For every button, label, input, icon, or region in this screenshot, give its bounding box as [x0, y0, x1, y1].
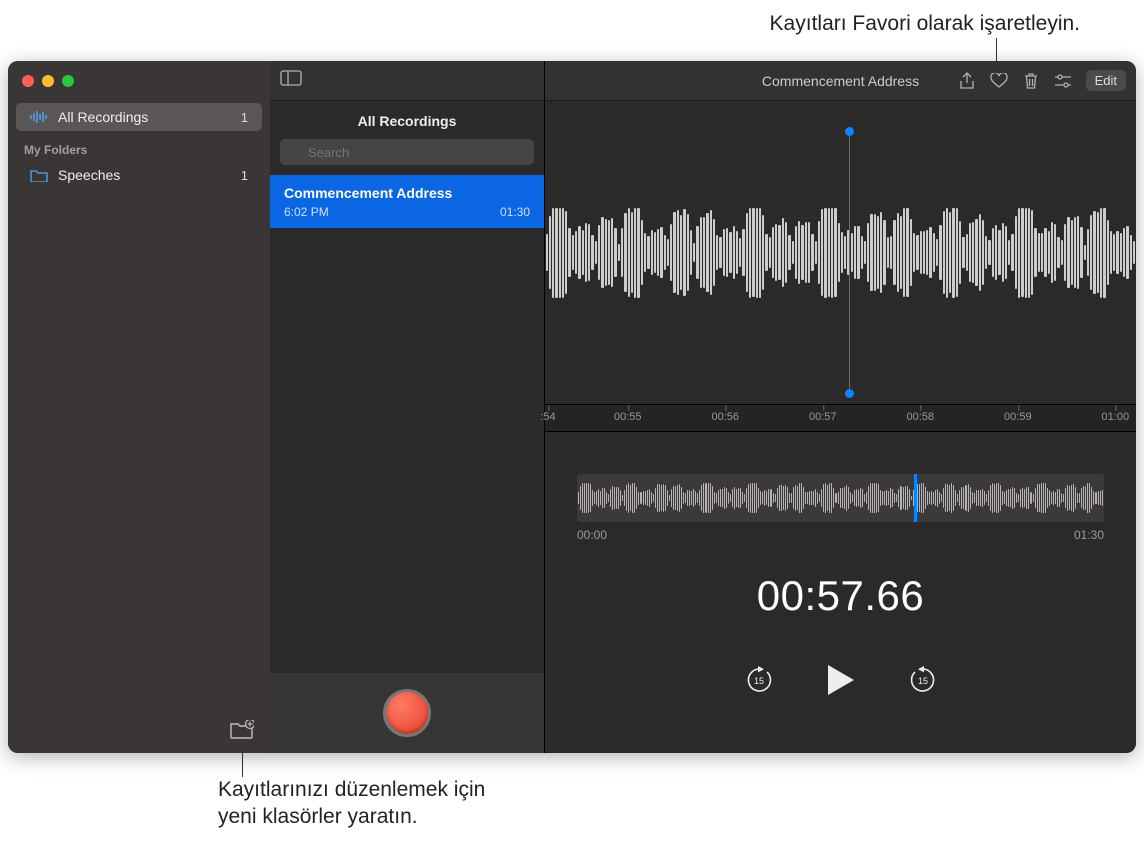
voice-memos-window: All Recordings 1 My Folders Speeches 1 — [8, 61, 1136, 753]
playback-controls: 15 15 — [545, 662, 1136, 698]
ruler-tick: 00:55 — [614, 411, 642, 423]
detail-panel: Commencement Address Edit — [545, 61, 1136, 753]
recording-item-time: 6:02 PM — [284, 205, 329, 219]
record-button[interactable] — [383, 689, 431, 737]
callout-favorite: Kayıtları Favori olarak işaretleyin. — [580, 12, 1080, 36]
share-icon[interactable] — [958, 72, 976, 90]
playback-timer: 00:57.66 — [545, 572, 1136, 620]
new-folder-button[interactable] — [230, 719, 254, 741]
overview-labels: 00:00 01:30 — [577, 528, 1104, 542]
waveform-icon — [30, 110, 48, 124]
overview-end: 01:30 — [1074, 528, 1104, 542]
callout-new-folder: Kayıtlarınızı düzenlemek için yeni klasö… — [218, 776, 485, 831]
skip-back-15-button[interactable]: 15 — [745, 666, 773, 694]
ruler-tick: 01:00 — [1102, 411, 1130, 423]
window-controls — [8, 61, 270, 101]
time-ruler[interactable]: :54 00:55 00:56 00:57 00:58 00:59 01:00 — [545, 404, 1136, 432]
skip-forward-15-button[interactable]: 15 — [909, 666, 937, 694]
playhead[interactable] — [849, 131, 850, 394]
recordings-list-panel: All Recordings Commencement Address 6:02… — [270, 61, 545, 753]
sidebar: All Recordings 1 My Folders Speeches 1 — [8, 61, 270, 753]
callout-new-folder-line2: yeni klasörler yaratın. — [218, 805, 418, 828]
search-input[interactable] — [280, 139, 534, 165]
sidebar-item-count: 1 — [241, 110, 248, 125]
overview-bars — [577, 474, 1104, 522]
search-wrap — [270, 139, 544, 175]
recording-item-meta: 6:02 PM 01:30 — [284, 205, 530, 219]
sidebar-item-speeches[interactable]: Speeches 1 — [16, 161, 262, 189]
recording-item-title: Commencement Address — [284, 185, 530, 201]
list-title: All Recordings — [270, 101, 544, 139]
detail-tools: Edit — [958, 70, 1126, 91]
sidebar-section-header: My Folders — [8, 133, 270, 159]
sidebar-item-label: Speeches — [58, 167, 120, 183]
svg-text:15: 15 — [753, 676, 763, 686]
overview-start: 00:00 — [577, 528, 607, 542]
edit-button[interactable]: Edit — [1086, 70, 1126, 91]
overview-area: 00:00 01:30 — [545, 432, 1136, 542]
sidebar-item-all-recordings[interactable]: All Recordings 1 — [16, 103, 262, 131]
close-window-button[interactable] — [22, 75, 34, 87]
waveform-bars — [545, 101, 1136, 404]
settings-sliders-icon[interactable] — [1054, 72, 1072, 90]
play-button[interactable] — [823, 662, 859, 698]
sidebar-item-label: All Recordings — [58, 109, 148, 125]
sidebar-item-count: 1 — [241, 168, 248, 183]
list-toolbar — [270, 61, 544, 101]
record-footer — [270, 673, 544, 753]
ruler-tick: 00:56 — [711, 411, 739, 423]
ruler-tick: 00:59 — [1004, 411, 1032, 423]
overview-waveform[interactable] — [577, 474, 1104, 522]
recording-item-duration: 01:30 — [500, 205, 530, 219]
recording-item[interactable]: Commencement Address 6:02 PM 01:30 — [270, 175, 544, 228]
folder-icon — [30, 168, 48, 182]
detail-toolbar: Commencement Address Edit — [545, 61, 1136, 101]
ruler-tick: 00:57 — [809, 411, 837, 423]
fullscreen-window-button[interactable] — [62, 75, 74, 87]
svg-text:15: 15 — [917, 676, 927, 686]
waveform-main[interactable] — [545, 101, 1136, 404]
minimize-window-button[interactable] — [42, 75, 54, 87]
ruler-tick: 00:58 — [907, 411, 935, 423]
sidebar-toggle-icon[interactable] — [280, 70, 302, 91]
overview-playhead[interactable] — [914, 474, 917, 522]
callout-new-folder-line1: Kayıtlarınızı düzenlemek için — [218, 778, 485, 801]
detail-title: Commencement Address — [762, 73, 919, 89]
ruler-tick: :54 — [540, 411, 555, 423]
trash-icon[interactable] — [1022, 72, 1040, 90]
favorite-heart-icon[interactable] — [990, 72, 1008, 90]
